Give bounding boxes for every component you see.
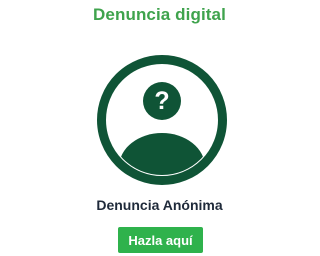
do-it-here-button[interactable]: Hazla aquí: [118, 227, 203, 253]
avatar-graphic: ?: [97, 55, 227, 185]
question-mark-icon: ?: [154, 87, 169, 115]
anonymous-complaint-label: Denuncia Anónima: [96, 197, 223, 213]
anonymous-user-icon: ?: [96, 54, 228, 186]
page-title: Denuncia digital: [93, 5, 226, 24]
